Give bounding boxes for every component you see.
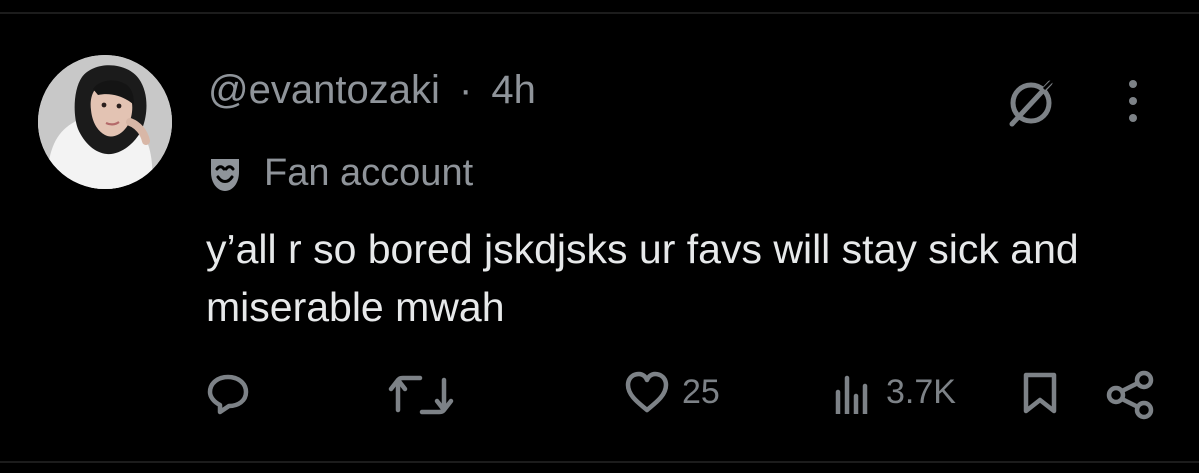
drama-mask-icon [211,158,239,191]
like-button[interactable]: 25 [624,370,720,414]
bottom-divider [0,461,1199,463]
badge-label: Fan account [264,152,474,194]
post-text: y’all r so bored jskdjsks ur favs will s… [206,226,1079,330]
heart-icon [625,371,669,413]
more-button[interactable] [1122,76,1144,131]
like-count: 25 [682,372,720,411]
bookmark-button[interactable] [1020,370,1060,416]
grok-button[interactable] [1004,76,1058,135]
views-chart-icon [835,375,868,414]
post-header: @evantozaki · 4h [208,68,536,113]
repost-button[interactable] [386,370,456,420]
header-separator: · [458,68,473,112]
post-time[interactable]: 4h [491,68,536,112]
fan-account-badge: Fan account [206,152,473,195]
views-button[interactable]: 3.7K [832,370,956,414]
grok-icon [1009,78,1055,127]
avatar[interactable] [38,55,172,189]
share-icon [1106,370,1154,420]
view-count: 3.7K [886,372,956,411]
share-button[interactable] [1104,370,1156,420]
author-handle[interactable]: @evantozaki [208,68,440,112]
bookmark-icon [1023,372,1057,414]
reply-button[interactable] [204,372,252,418]
more-vertical-icon [1129,80,1137,122]
action-bar: 25 3.7K [0,370,1199,420]
repost-icon [388,375,454,415]
top-divider [0,12,1199,14]
reply-icon [207,374,249,415]
